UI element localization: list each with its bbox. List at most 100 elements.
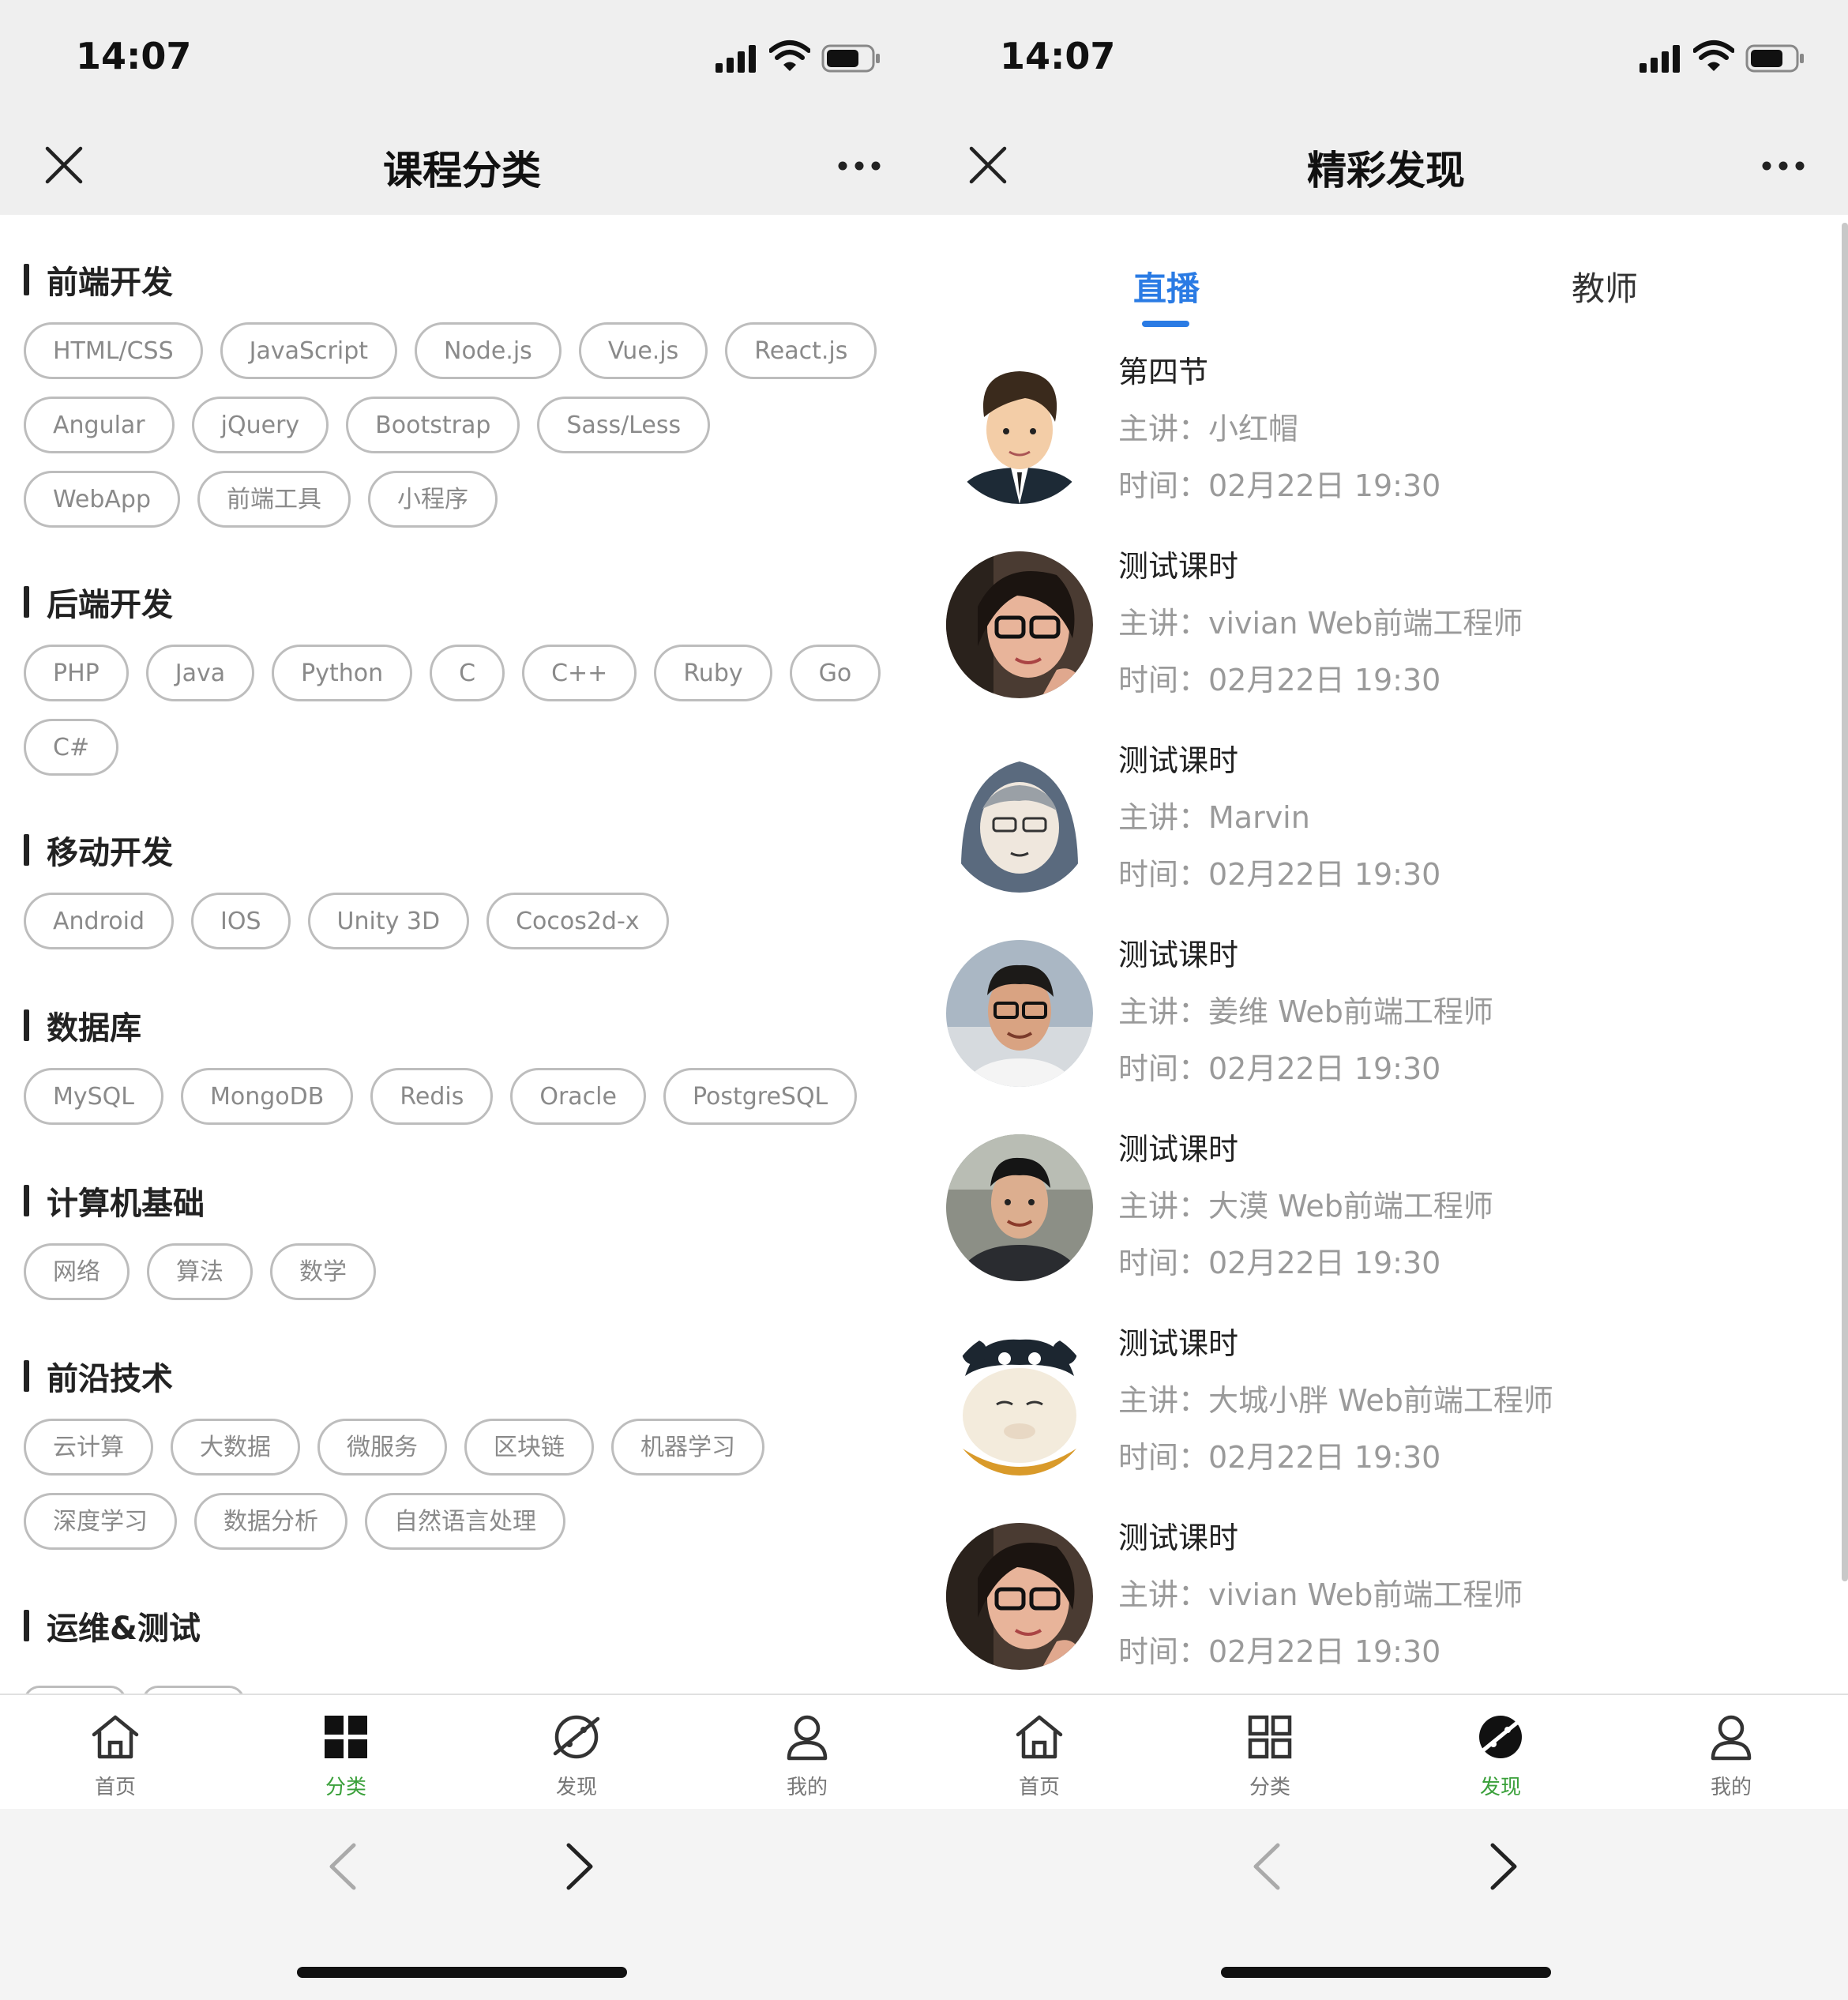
- category-tag[interactable]: 自然语言处理: [365, 1493, 565, 1550]
- status-bar: 14:07: [924, 0, 1848, 111]
- tab-category-label: 分类: [1249, 1776, 1290, 1799]
- live-list-item[interactable]: 测试课时 主讲：vivian Web前端工程师 时间：02月22日 19:30: [924, 1521, 1848, 1694]
- page-title: 精彩发现: [1307, 148, 1465, 194]
- avatar: [946, 1134, 1093, 1281]
- category-tag[interactable]: 小程序: [368, 471, 498, 528]
- category-tag[interactable]: 大数据: [171, 1419, 300, 1476]
- avatar: [946, 357, 1093, 504]
- tab-mine[interactable]: 我的: [1652, 1711, 1810, 1800]
- live-list-item[interactable]: 测试课时 主讲：Marvin 时间：02月22日 19:30: [924, 743, 1848, 940]
- category-tag[interactable]: Cocos2d-x: [486, 893, 669, 949]
- category-tag[interactable]: HTML/CSS: [24, 322, 203, 379]
- live-list-item[interactable]: 第四节 主讲：小红帽 时间：02月22日 19:30: [924, 355, 1848, 551]
- tab-home[interactable]: 首页: [36, 1711, 194, 1800]
- forward-arrow-icon[interactable]: [562, 1840, 597, 1893]
- user-icon: [787, 1715, 828, 1761]
- discover-content: 直播 教师 第四节 主讲：小红帽 时间：02月22日 19:30 测试课时 主讲：viv…: [924, 215, 1848, 1694]
- scrollbar[interactable]: [1842, 223, 1848, 1581]
- category-tag[interactable]: Java: [145, 645, 255, 701]
- tag-list: 网络 算法 数学: [24, 1243, 900, 1318]
- avatar: [946, 1523, 1093, 1670]
- category-tag[interactable]: Go: [789, 645, 881, 701]
- category-tag[interactable]: Vue.js: [578, 322, 708, 379]
- more-icon[interactable]: [837, 158, 881, 174]
- live-list-item[interactable]: 测试课时 主讲：vivian Web前端工程师 时间：02月22日 19:30: [924, 549, 1848, 746]
- category-tag[interactable]: Ruby: [654, 645, 772, 701]
- category-tag[interactable]: C#: [24, 719, 119, 776]
- live-title: 测试课时: [1118, 1521, 1239, 1555]
- category-tag[interactable]: 网络: [24, 1243, 130, 1300]
- category-tag[interactable]: MongoDB: [181, 1068, 354, 1125]
- live-list-item[interactable]: 测试课时 主讲：大漠 Web前端工程师 时间：02月22日 19:30: [924, 1132, 1848, 1329]
- tab-category[interactable]: 分类: [267, 1711, 425, 1800]
- tab-mine[interactable]: 我的: [728, 1711, 886, 1800]
- category-tag[interactable]: 微服务: [317, 1419, 447, 1476]
- live-list-item[interactable]: 测试课时 主讲：大城小胖 Web前端工程师 时间：02月22日 19:30: [924, 1326, 1848, 1523]
- live-host: 主讲：vivian Web前端工程师: [1118, 1577, 1523, 1612]
- category-tag[interactable]: WebApp: [24, 471, 181, 528]
- grid-icon: [1248, 1715, 1292, 1759]
- category-tag[interactable]: React.js: [725, 322, 877, 379]
- category-tag[interactable]: PostgreSQL: [663, 1068, 858, 1125]
- category-tag[interactable]: Sass/Less: [537, 397, 711, 453]
- category-tag[interactable]: 数据分析: [194, 1493, 347, 1550]
- live-title: 测试课时: [1118, 938, 1239, 972]
- live-list-item[interactable]: 测试课时 主讲：姜维 Web前端工程师 时间：02月22日 19:30: [924, 938, 1848, 1134]
- live-time: 时间：02月22日 19:30: [1118, 1440, 1441, 1475]
- section-title-label: 后端开发: [47, 587, 173, 623]
- avatar: [946, 1329, 1093, 1476]
- category-tag[interactable]: 区块链: [464, 1419, 594, 1476]
- category-section: 移动开发 Android IOS Unity 3D Cocos2d-x: [24, 826, 900, 967]
- category-tag[interactable]: MySQL: [24, 1068, 164, 1125]
- category-tag[interactable]: 数学: [270, 1243, 376, 1300]
- tab-mine-label: 我的: [786, 1776, 828, 1799]
- live-title: 第四节: [1118, 355, 1209, 389]
- category-tag[interactable]: Python: [272, 645, 413, 701]
- more-icon[interactable]: [1761, 158, 1805, 174]
- section-marker: [24, 834, 29, 866]
- grid-icon: [325, 1716, 367, 1758]
- tab-discover[interactable]: 发现: [498, 1711, 655, 1800]
- category-tag[interactable]: IOS: [191, 893, 291, 949]
- category-tag[interactable]: Angular: [24, 397, 175, 453]
- back-arrow-icon[interactable]: [325, 1840, 360, 1893]
- category-tag[interactable]: 深度学习: [24, 1493, 177, 1550]
- category-tag[interactable]: jQuery: [191, 397, 329, 453]
- category-tag[interactable]: 前端工具: [197, 471, 351, 528]
- category-tag[interactable]: Unity 3D: [307, 893, 470, 949]
- category-tag[interactable]: C++: [522, 645, 637, 701]
- section-title: 计算机基础: [24, 1177, 900, 1224]
- category-section: 计算机基础网络 算法 数学: [24, 1177, 900, 1318]
- live-host: 主讲：大城小胖 Web前端工程师: [1118, 1383, 1553, 1418]
- category-tag[interactable]: C: [430, 645, 505, 701]
- category-tag[interactable]: 机器学习: [611, 1419, 764, 1476]
- tab-discover[interactable]: 发现: [1422, 1711, 1579, 1800]
- tab-home[interactable]: 首页: [960, 1711, 1118, 1800]
- back-arrow-icon[interactable]: [1249, 1840, 1284, 1893]
- tab-live[interactable]: 直播: [1133, 262, 1200, 310]
- category-tag[interactable]: Oracle: [510, 1068, 646, 1125]
- live-time: 时间：02月22日 19:30: [1118, 468, 1441, 503]
- category-tag[interactable]: Bootstrap: [346, 397, 520, 453]
- category-tag[interactable]: PHP: [24, 645, 129, 701]
- nav-bar: 精彩发现: [924, 111, 1848, 215]
- forward-arrow-icon[interactable]: [1486, 1840, 1521, 1893]
- section-title: 运维&测试: [24, 1602, 900, 1649]
- live-time: 时间：02月22日 19:30: [1118, 1051, 1441, 1086]
- category-tag[interactable]: Node.js: [415, 322, 562, 379]
- category-tag[interactable]: 云计算: [24, 1419, 153, 1476]
- category-screen: 14:07 课程分类 前端开发 HTML/CSS JavaScript Node.js…: [0, 0, 924, 2000]
- planet-icon: [553, 1715, 600, 1759]
- category-tag[interactable]: 算法: [147, 1243, 253, 1300]
- section-marker: [24, 1185, 29, 1216]
- browser-toolbar: [0, 1809, 924, 2000]
- category-tag[interactable]: Redis: [370, 1068, 494, 1125]
- category-tag[interactable]: JavaScript: [220, 322, 398, 379]
- tab-bar: 首页 分类 发现 我的: [0, 1694, 924, 1809]
- status-time: 14:07: [1000, 35, 1116, 77]
- category-tag[interactable]: Android: [24, 893, 174, 949]
- section-marker: [24, 264, 29, 295]
- tab-teacher[interactable]: 教师: [1572, 262, 1638, 310]
- tab-category[interactable]: 分类: [1191, 1711, 1349, 1800]
- section-marker: [24, 1610, 29, 1641]
